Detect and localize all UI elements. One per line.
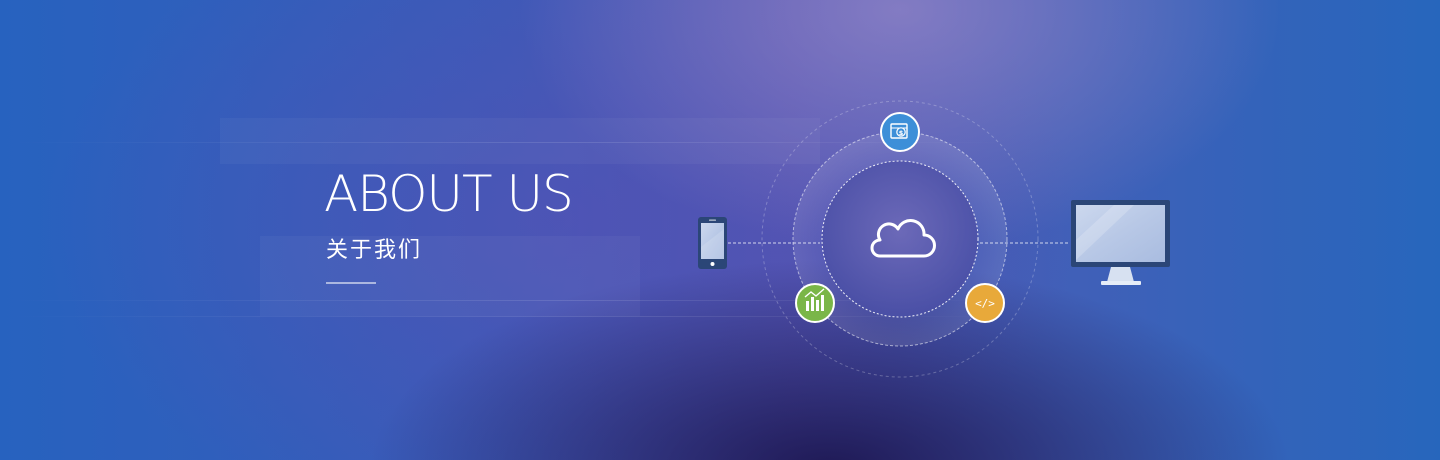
code-icon-glyph: </> xyxy=(975,297,995,310)
cloud-diagram: $ </> xyxy=(698,100,1170,378)
chart-icon xyxy=(795,283,835,323)
code-icon: </> xyxy=(965,283,1005,323)
svg-text:$: $ xyxy=(899,129,904,137)
about-banner: ABOUT US 关于我们 $ </> xyxy=(0,0,1440,460)
core-circle xyxy=(821,160,979,318)
money-icon: $ xyxy=(880,112,920,152)
monitor-icon xyxy=(1071,200,1170,285)
phone-icon xyxy=(698,217,727,269)
